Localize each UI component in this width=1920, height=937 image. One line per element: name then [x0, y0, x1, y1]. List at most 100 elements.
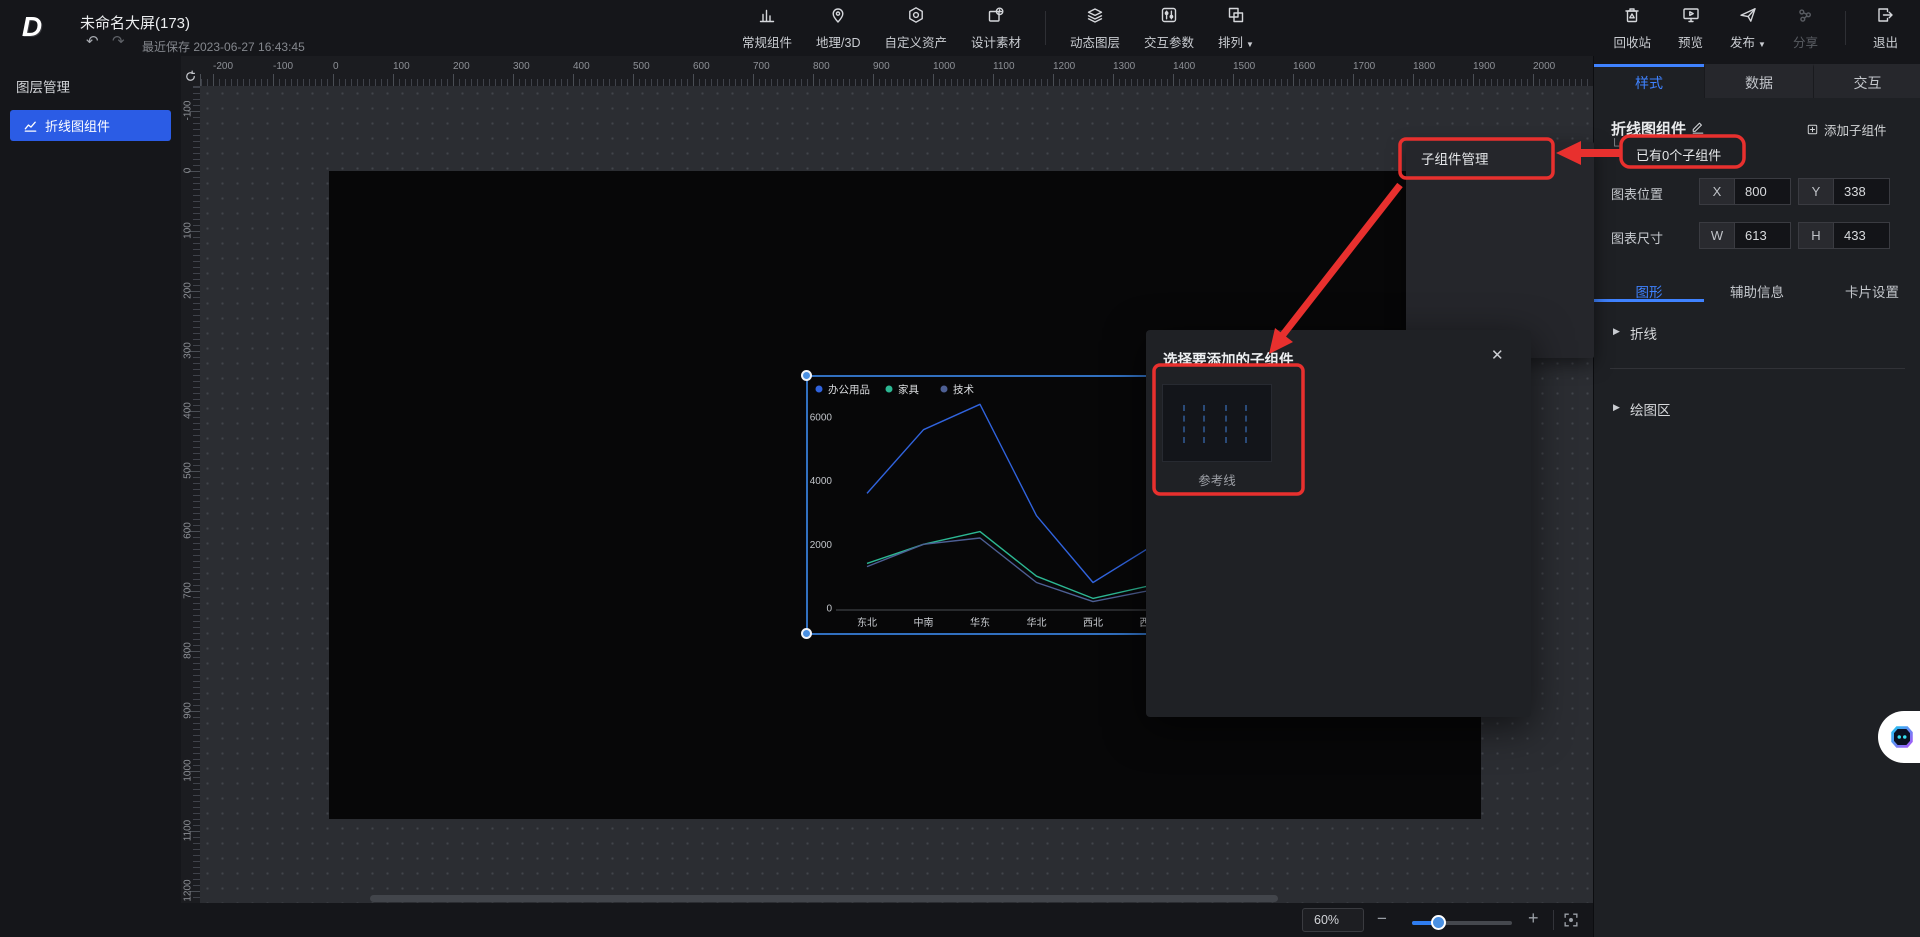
menu-item-subcomponent-management[interactable]: 子组件管理 [1406, 142, 1594, 178]
dialog-title: 选择要添加的子组件 [1163, 349, 1294, 370]
ruler-label: 1900 [1473, 61, 1495, 72]
arrange-icon [1226, 5, 1246, 30]
chevron-right-icon[interactable]: ▶ [1613, 402, 1620, 413]
zoom-in-button[interactable]: + [1528, 908, 1539, 929]
refresh-icon[interactable] [183, 69, 198, 84]
toolbar-item-preview[interactable]: 预览 [1678, 5, 1703, 51]
map-pin-icon [828, 5, 848, 30]
toolbar-item-map-pin[interactable]: 地理/3D [816, 5, 860, 51]
toolbar-item-share[interactable]: 分享 [1793, 5, 1818, 51]
tab-style[interactable]: 样式 [1594, 64, 1704, 98]
toolbar-item-label: 地理/3D [816, 32, 860, 51]
zoom-out-button[interactable]: − [1377, 909, 1387, 929]
selection-border-bottom [806, 633, 1174, 635]
svg-text:0: 0 [826, 604, 832, 615]
toolbar-item-bar-chart[interactable]: 常规组件 [742, 5, 792, 51]
tree-connector: └ [1610, 138, 1619, 153]
bottom-bar: 60% − + [181, 903, 1593, 937]
layer-item-line-chart[interactable]: 折线图组件 [10, 110, 171, 141]
toolbar-item-label: 自定义资产 [884, 32, 947, 51]
ruler-label: 1800 [1413, 61, 1435, 72]
layer-item-label: 折线图组件 [45, 116, 110, 135]
section-divider [1610, 368, 1905, 369]
toolbar-item-hexagon-asset[interactable]: 自定义资产 [884, 5, 947, 51]
reference-line-label: 参考线 [1162, 470, 1272, 489]
line-chart-component[interactable]: 0200040006000东北中南华东华北西北西南办公用品家具技术 [806, 376, 1174, 634]
redo-icon[interactable]: ↷ [112, 34, 125, 50]
ruler-label: 300 [183, 331, 194, 371]
interaction-params-icon [1159, 5, 1179, 30]
app-logo[interactable]: D [12, 6, 52, 48]
toolbar-item-label: 交互参数 [1144, 32, 1194, 51]
toolbar-item-label: 退出 [1873, 32, 1898, 51]
y-field-input[interactable]: 338 [1833, 178, 1890, 205]
selection-handle-bottom-left[interactable] [801, 628, 812, 639]
tab-data[interactable]: 数据 [1704, 64, 1813, 98]
subtab-card-settings[interactable]: 卡片设置 [1827, 281, 1917, 301]
w-field-input[interactable]: 613 [1734, 222, 1791, 249]
plus-box-icon [1806, 123, 1819, 136]
x-field-input[interactable]: 800 [1734, 178, 1791, 205]
ruler-label: -100 [273, 61, 293, 72]
vertical-ruler: -100010020030040050060070080090010001100… [181, 86, 200, 903]
hexagon-asset-icon [906, 5, 926, 30]
section-plot-area[interactable]: 绘图区 [1630, 399, 1671, 419]
chart-size-label: 图表尺寸 [1611, 228, 1663, 247]
line-chart-icon [23, 118, 38, 133]
toolbar-item-label: 发布▼ [1730, 32, 1766, 51]
x-field-label: X [1699, 178, 1734, 205]
toolbar-item-exit[interactable]: 退出 [1873, 5, 1898, 51]
horizontal-scrollbar-thumb[interactable] [370, 895, 1278, 902]
ruler-label: 100 [393, 61, 410, 72]
svg-text:4000: 4000 [810, 476, 833, 487]
selection-handle-top-left[interactable] [801, 370, 812, 381]
publish-icon [1738, 5, 1758, 30]
dashed-line [1245, 405, 1247, 443]
toolbar-item-publish[interactable]: 发布▼ [1730, 5, 1766, 51]
toolbar-item-trash[interactable]: 回收站 [1614, 5, 1652, 51]
dashed-line [1203, 405, 1205, 443]
ruler-label: 400 [183, 391, 194, 431]
close-icon[interactable]: ✕ [1491, 346, 1504, 364]
ruler-label: 800 [813, 61, 830, 72]
reference-line-thumbnail[interactable] [1162, 384, 1272, 462]
toolbar-item-layers[interactable]: 动态图层 [1070, 5, 1120, 51]
ruler-label: 200 [453, 61, 470, 72]
toolbar-item-design-material[interactable]: 设计素材 [971, 5, 1021, 51]
subtab-active-underline [1594, 299, 1704, 302]
fit-screen-icon[interactable] [1562, 911, 1580, 929]
toolbar-item-arrange[interactable]: 排列▼ [1218, 5, 1254, 51]
toolbar-center: 常规组件地理/3D 自定义资产 设计素材 动态图层交互参数 排列▼ [742, 0, 1254, 56]
svg-text:技术: 技术 [953, 383, 974, 396]
zoom-slider-thumb[interactable] [1431, 915, 1446, 930]
subtab-auxiliary[interactable]: 辅助信息 [1712, 281, 1802, 301]
chevron-right-icon[interactable]: ▶ [1613, 326, 1620, 337]
subcomponent-count-text: 已有0个子组件 [1636, 145, 1721, 164]
bar-chart-icon [757, 5, 777, 30]
undo-icon[interactable]: ↶ [86, 34, 99, 50]
ruler-label: 800 [183, 631, 194, 671]
toolbar-divider [1845, 11, 1846, 45]
ruler-label: 600 [693, 61, 710, 72]
add-subcomponent-button[interactable]: 添加子组件 [1806, 120, 1887, 139]
selection-border-left [806, 375, 808, 635]
svg-text:西北: 西北 [1083, 617, 1103, 629]
screen-title[interactable]: 未命名大屏(173) [80, 12, 190, 33]
ruler-label: 1300 [1113, 61, 1135, 72]
subtab-graphic[interactable]: 图形 [1624, 281, 1674, 301]
toolbar-item-interaction-params[interactable]: 交互参数 [1144, 5, 1194, 51]
tab-interaction[interactable]: 交互 [1813, 64, 1920, 98]
h-field-input[interactable]: 433 [1833, 222, 1890, 249]
zoom-level-input[interactable]: 60% [1302, 908, 1364, 932]
context-menu: 子组件管理 [1406, 142, 1594, 358]
share-icon [1795, 5, 1815, 30]
svg-text:中南: 中南 [914, 616, 934, 629]
edit-pencil-icon[interactable] [1691, 120, 1705, 134]
ruler-label: 100 [183, 211, 194, 251]
section-line[interactable]: 折线 [1630, 323, 1657, 343]
svg-text:家具: 家具 [898, 383, 919, 396]
add-subcomponent-label: 添加子组件 [1824, 120, 1887, 139]
h-field-label: H [1798, 222, 1833, 249]
inspector-top-strip [1594, 56, 1920, 64]
ruler-label: 700 [753, 61, 770, 72]
